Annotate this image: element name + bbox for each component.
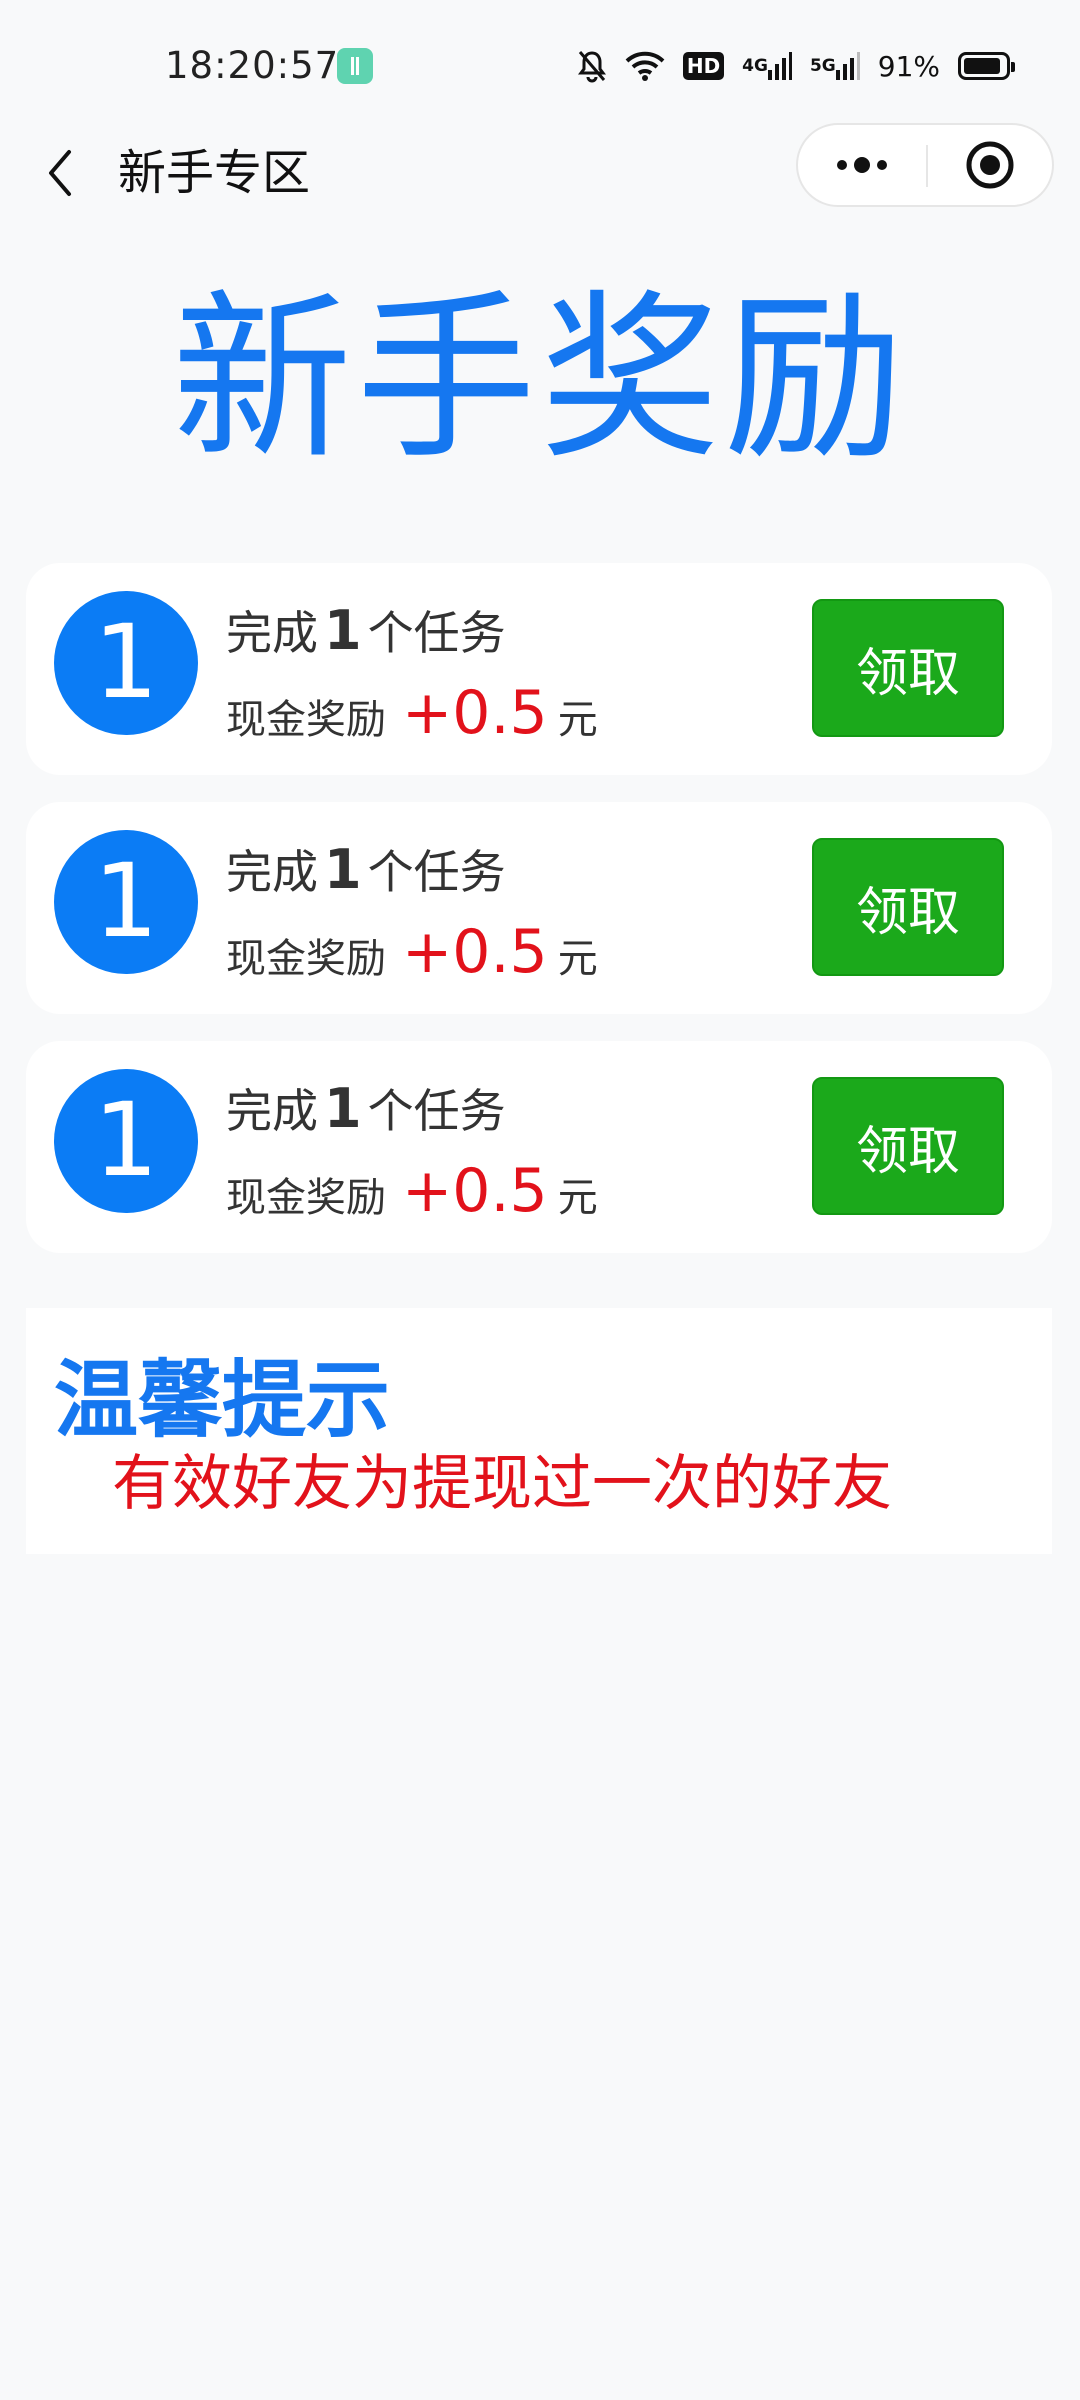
task-description: 完成 1 个任务: [226, 601, 506, 663]
claim-button[interactable]: 领取: [812, 1077, 1004, 1215]
reward-description: 现金奖励 +0.5 元: [226, 681, 598, 752]
network-type-label: 4G: [742, 56, 768, 76]
task-count: 1: [324, 838, 362, 901]
task-count: 1: [324, 599, 362, 662]
battery-percent: 91%: [877, 49, 940, 83]
hero-title: 新手奖励: [171, 275, 908, 484]
status-time: 18:20:57: [165, 44, 340, 87]
navigation-bar: 新手专区: [0, 120, 1080, 230]
reward-unit: 元: [557, 697, 598, 743]
reward-description: 现金奖励 +0.5 元: [226, 1159, 598, 1230]
reward-amount: +0.5: [402, 678, 548, 748]
reward-description: 现金奖励 +0.5 元: [226, 920, 598, 991]
page-title: 新手专区: [118, 145, 311, 201]
task-suffix: 个任务: [367, 606, 506, 660]
task-prefix: 完成: [226, 1084, 318, 1138]
close-button[interactable]: [928, 125, 1052, 205]
task-number-badge: 1: [54, 830, 198, 974]
reward-label: 现金奖励: [226, 697, 386, 743]
battery-fill: [964, 58, 1001, 74]
task-prefix: 完成: [226, 845, 318, 899]
mini-program-capsule: [796, 123, 1054, 207]
reward-amount: +0.5: [402, 917, 548, 987]
target-close-icon: [966, 141, 1014, 189]
reward-unit: 元: [557, 936, 598, 982]
task-prefix: 完成: [226, 606, 318, 660]
tips-title: 温馨提示: [54, 1351, 391, 1449]
more-dots-icon: [837, 157, 887, 173]
reward-amount: +0.5: [402, 1156, 548, 1226]
task-card: 1 完成 1 个任务 现金奖励 +0.5 元 领取: [26, 563, 1052, 775]
app-notification-icon: [337, 48, 373, 84]
bell-muted-icon: [577, 49, 607, 83]
claim-button[interactable]: 领取: [812, 838, 1004, 976]
task-description: 完成 1 个任务: [226, 1079, 506, 1141]
reward-label: 现金奖励: [226, 1175, 386, 1221]
task-suffix: 个任务: [367, 1084, 506, 1138]
tips-panel: 温馨提示 有效好友为提现过一次的好友: [26, 1308, 1052, 1554]
signal-4g-icon: 4G: [742, 52, 792, 80]
status-icons: HD 4G 5G 91%: [577, 46, 1015, 86]
status-bar: 18:20:57 HD 4G 5G 91%: [0, 0, 1080, 120]
back-button[interactable]: [30, 138, 90, 208]
task-count: 1: [324, 1077, 362, 1140]
task-suffix: 个任务: [367, 845, 506, 899]
signal-5g-icon: 5G: [810, 52, 860, 80]
chevron-left-icon: [49, 150, 71, 196]
claim-button[interactable]: 领取: [812, 599, 1004, 737]
task-number-badge: 1: [54, 1069, 198, 1213]
reward-unit: 元: [557, 1175, 598, 1221]
tips-text: 有效好友为提现过一次的好友: [112, 1449, 892, 1519]
task-card: 1 完成 1 个任务 现金奖励 +0.5 元 领取: [26, 802, 1052, 1014]
battery-icon: [958, 52, 1015, 80]
task-card: 1 完成 1 个任务 现金奖励 +0.5 元 领取: [26, 1041, 1052, 1253]
wifi-icon: [625, 51, 665, 81]
more-button[interactable]: [798, 125, 926, 205]
network-type-label: 5G: [809, 56, 836, 76]
hd-voice-icon: HD: [682, 52, 725, 80]
task-number-badge: 1: [54, 591, 198, 735]
reward-label: 现金奖励: [226, 936, 386, 982]
task-description: 完成 1 个任务: [226, 840, 506, 902]
